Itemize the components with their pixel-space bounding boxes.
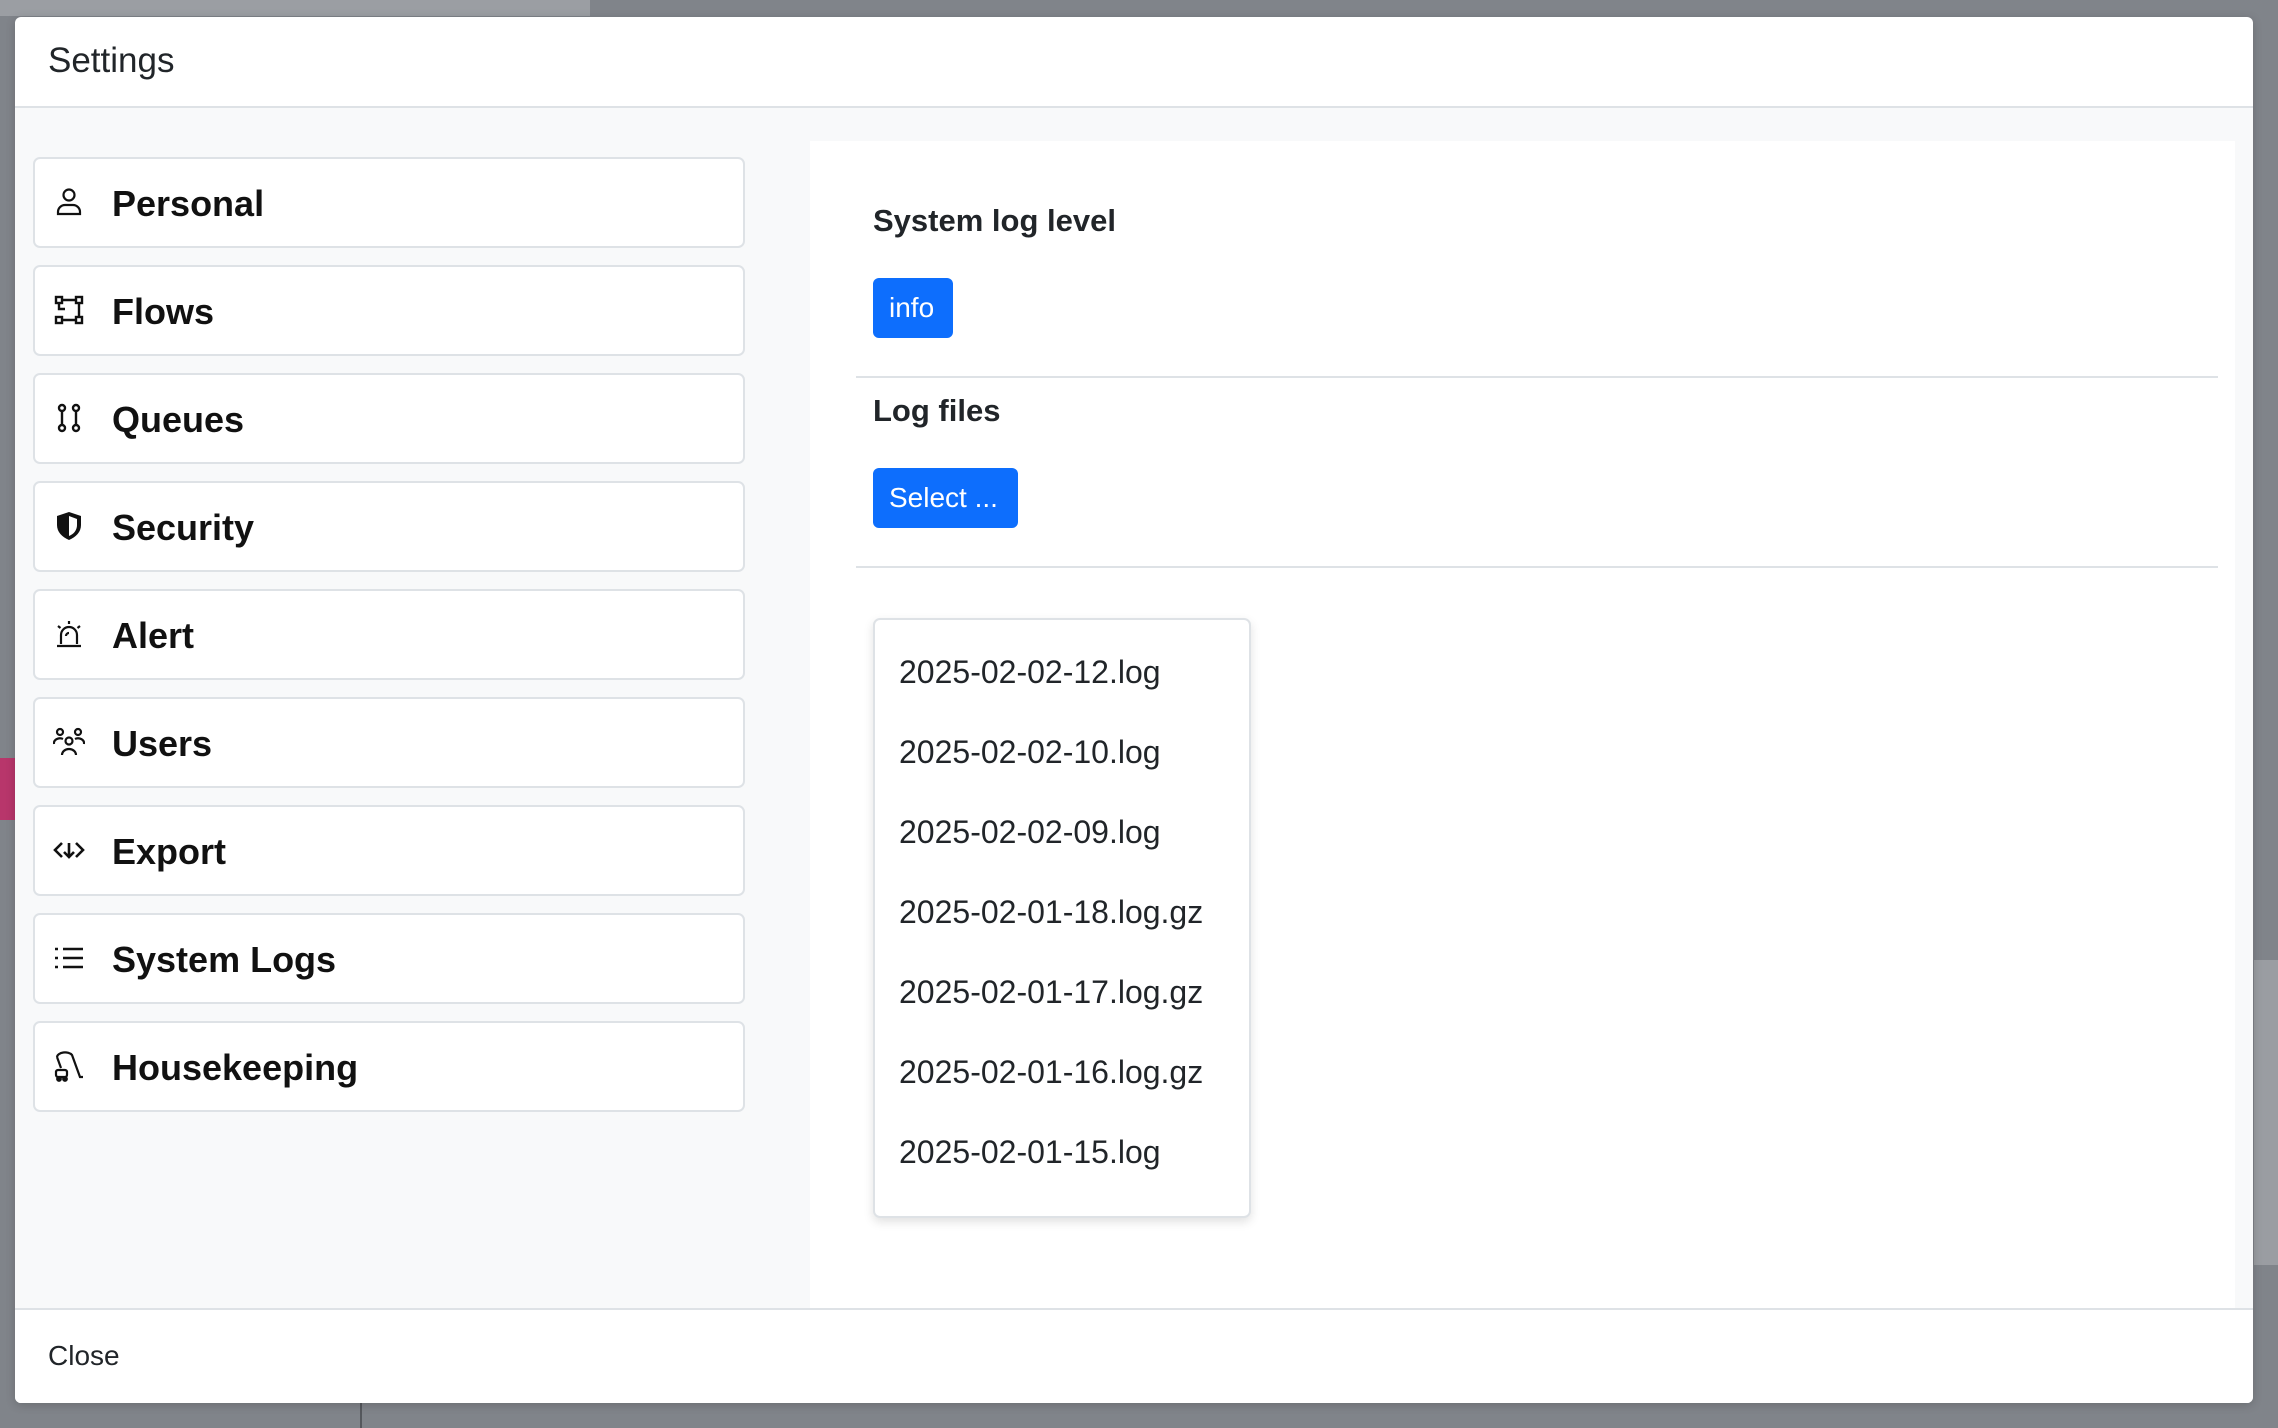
log-files-title: Log files (873, 393, 1001, 428)
section-divider (856, 376, 2218, 378)
sidebar-item-label: Housekeeping (112, 1047, 359, 1088)
sidebar-item-label: Alert (112, 615, 195, 656)
settings-modal: Settings Personal Flows Queues Security … (15, 17, 2253, 1403)
sidebar-item-label: Personal (112, 183, 265, 224)
log-file-option[interactable]: 2025-02-01-18.log.gz (875, 872, 1249, 952)
close-button[interactable]: Close (48, 1340, 120, 1372)
log-file-option[interactable]: 2025-02-02-12.log (875, 632, 1249, 712)
sidebar-item-export[interactable]: Export (33, 805, 745, 896)
log-level-title: System log level (873, 203, 1116, 238)
sidebar-item-label: Security (112, 507, 255, 548)
log-files-select-button[interactable]: Select ... (873, 468, 1018, 528)
log-files-dropdown: 2025-02-02-12.log 2025-02-02-10.log 2025… (873, 618, 1251, 1218)
sidebar-item-housekeeping[interactable]: Housekeeping (33, 1021, 745, 1112)
modal-title: Settings (48, 41, 175, 80)
log-file-option[interactable]: 2025-02-02-09.log (875, 792, 1249, 872)
log-file-option[interactable]: 2025-02-01-17.log.gz (875, 952, 1249, 1032)
queues-icon (53, 402, 85, 434)
log-file-option[interactable]: 2025-02-01-15.log (875, 1112, 1249, 1192)
list-icon (53, 942, 85, 974)
sidebar-item-label: Export (112, 831, 227, 872)
backdrop-strip (2254, 960, 2278, 1265)
sidebar-item-flows[interactable]: Flows (33, 265, 745, 356)
person-icon (53, 186, 85, 218)
sidebar-item-label: Users (112, 723, 213, 764)
log-file-option[interactable]: 2025-02-02-10.log (875, 712, 1249, 792)
users-icon (53, 726, 85, 758)
section-divider (856, 566, 2218, 568)
settings-sidebar: Personal Flows Queues Security Alert Use… (33, 157, 745, 1129)
backdrop-accent (0, 758, 16, 820)
sidebar-item-personal[interactable]: Personal (33, 157, 745, 248)
sidebar-item-security[interactable]: Security (33, 481, 745, 572)
sidebar-item-label: System Logs (112, 939, 337, 980)
vacuum-icon (53, 1050, 85, 1082)
export-icon (53, 834, 85, 866)
log-level-button[interactable]: info (873, 278, 953, 338)
modal-footer: Close (15, 1308, 2253, 1403)
flows-icon (53, 294, 85, 326)
modal-body: Personal Flows Queues Security Alert Use… (15, 108, 2253, 1326)
log-file-option[interactable]: 2025-02-01-16.log.gz (875, 1032, 1249, 1112)
backdrop-panel (0, 0, 590, 16)
sidebar-item-label: Flows (112, 291, 215, 332)
sidebar-item-users[interactable]: Users (33, 697, 745, 788)
modal-header: Settings (15, 17, 2253, 108)
sidebar-item-system-logs[interactable]: System Logs (33, 913, 745, 1004)
sidebar-item-queues[interactable]: Queues (33, 373, 745, 464)
sidebar-item-label: Queues (112, 399, 245, 440)
shield-icon (53, 510, 85, 542)
sidebar-item-alert[interactable]: Alert (33, 589, 745, 680)
alarm-icon (53, 618, 85, 650)
